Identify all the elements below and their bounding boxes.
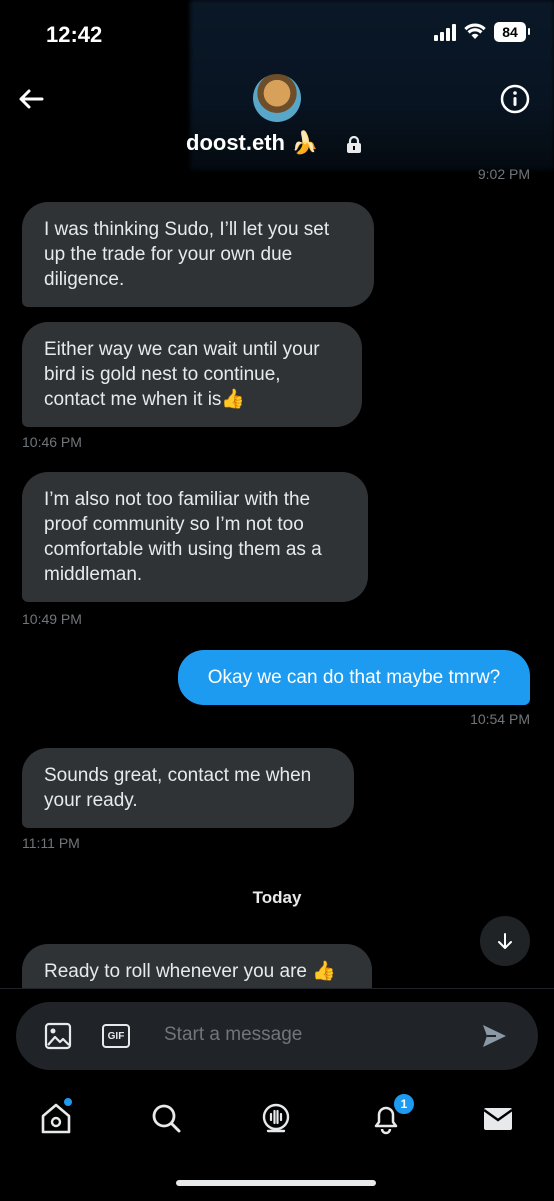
messages-envelope-icon[interactable] bbox=[480, 1100, 516, 1136]
message-bubble-sent[interactable]: Okay we can do that maybe tmrw? bbox=[178, 650, 530, 705]
message-bubble[interactable]: Either way we can wait until your bird i… bbox=[22, 322, 362, 427]
status-time: 12:42 bbox=[46, 22, 103, 47]
battery-indicator: 84 bbox=[494, 22, 530, 42]
message-bubble[interactable]: I was thinking Sudo, I’ll let you set up… bbox=[22, 202, 374, 307]
scroll-to-bottom-button[interactable] bbox=[480, 916, 530, 966]
lock-icon bbox=[347, 136, 361, 153]
message-timestamp: 10:49 PM bbox=[22, 611, 82, 627]
home-indicator bbox=[176, 1180, 376, 1186]
search-icon[interactable] bbox=[148, 1100, 184, 1136]
send-icon[interactable] bbox=[480, 1022, 508, 1050]
message-composer[interactable]: GIF Start a message bbox=[16, 1002, 538, 1070]
avatar[interactable] bbox=[253, 74, 301, 122]
status-bar: 12:42 84 bbox=[0, 0, 554, 170]
cellular-signal-icon bbox=[434, 23, 456, 41]
spaces-icon[interactable] bbox=[258, 1100, 294, 1136]
day-separator: Today bbox=[252, 888, 302, 907]
notifications-badge: 1 bbox=[392, 1092, 416, 1116]
message-timestamp: 10:54 PM bbox=[470, 711, 530, 727]
status-icons: 84 bbox=[434, 22, 530, 42]
gif-button[interactable]: GIF bbox=[102, 1024, 130, 1048]
message-timestamp: 10:46 PM bbox=[22, 434, 82, 450]
message-bubble[interactable]: Sounds great, contact me when your ready… bbox=[22, 748, 354, 828]
image-icon[interactable] bbox=[44, 1022, 72, 1050]
bottom-tab-bar: 1 bbox=[0, 1090, 554, 1150]
message-timestamp: 9:02 PM bbox=[477, 166, 530, 182]
arrow-down-icon bbox=[498, 933, 512, 949]
message-timestamp: 11:11 PM bbox=[22, 835, 80, 851]
contact-name[interactable]: doost.eth 🍌 bbox=[186, 130, 319, 156]
wifi-icon bbox=[464, 23, 486, 39]
info-icon[interactable] bbox=[500, 84, 530, 114]
message-bubble[interactable]: I’m also not too familiar with the proof… bbox=[22, 472, 368, 602]
back-arrow-icon[interactable] bbox=[16, 84, 46, 114]
home-unread-dot bbox=[62, 1096, 74, 1108]
conversation-header: doost.eth 🍌 bbox=[0, 70, 554, 170]
message-input[interactable]: Start a message bbox=[164, 1024, 302, 1046]
